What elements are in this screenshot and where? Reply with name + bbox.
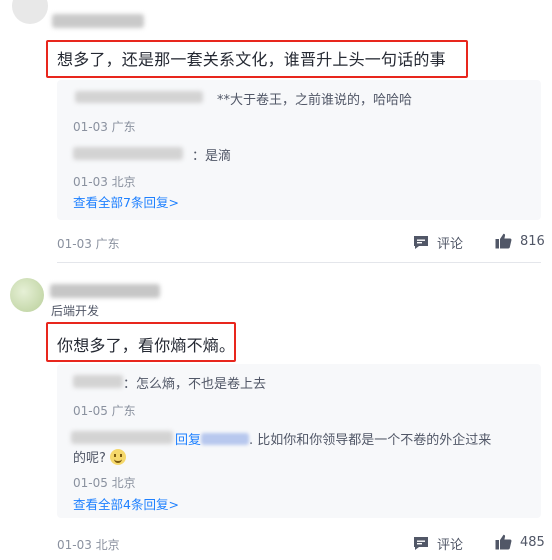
comment-button[interactable]: 评论: [413, 233, 463, 252]
comment-bubble-icon: [414, 537, 428, 550]
comment-button[interactable]: 评论: [413, 534, 463, 553]
like-button[interactable]: 816: [495, 233, 545, 249]
reply-meta: 01-05 北京: [73, 476, 136, 490]
comment-label: 评论: [437, 538, 464, 553]
reply-box: ：怎么熵，不也是卷上去 01-05 广东 回复 . 比如你和你领导都是一个不卷的外…: [57, 364, 541, 518]
reply-text: 的呢?: [73, 451, 106, 466]
comment-label: 评论: [437, 237, 464, 252]
reply-author-blurred[interactable]: [73, 147, 183, 160]
reply-author-blurred[interactable]: [75, 91, 203, 103]
reply-meta: 01-03 广东: [73, 120, 136, 134]
comment-meta: 01-03 北京: [57, 538, 120, 552]
reply-box: **大于卷王，之前谁说的，哈哈哈 01-03 广东 ：是滴 01-03 北京 查…: [57, 80, 541, 220]
author-name-blurred[interactable]: [50, 284, 160, 298]
reply-prefix-link[interactable]: 回复: [175, 433, 201, 448]
like-count: 485: [520, 534, 545, 550]
view-all-replies-link[interactable]: 查看全部4条回复>: [73, 494, 179, 513]
like-button[interactable]: 485: [495, 534, 545, 550]
reply-line-2: 的呢?: [73, 447, 126, 466]
highlight-box: [46, 322, 236, 362]
emoji-icon: [109, 449, 126, 465]
reply-author-blurred[interactable]: [73, 375, 123, 388]
author-name-blurred[interactable]: [52, 14, 144, 28]
reply-meta: 01-03 北京: [73, 175, 136, 189]
reply-text: ：是滴: [192, 149, 232, 164]
avatar[interactable]: [10, 278, 44, 312]
reply-author-blurred[interactable]: [71, 431, 173, 444]
divider: [57, 262, 541, 263]
thumbs-up-icon: [495, 534, 512, 550]
view-all-replies-link[interactable]: 查看全部7条回复>: [73, 192, 179, 211]
reply-text: ：怎么熵，不也是卷上去: [123, 377, 267, 392]
author-title: 后端开发: [51, 304, 100, 318]
comment-bubble-icon: [414, 236, 428, 249]
avatar[interactable]: [12, 0, 48, 24]
reply-text: **大于卷王，之前谁说的，哈哈哈: [217, 93, 413, 108]
comment-meta: 01-03 广东: [57, 237, 120, 251]
reply-text: . 比如你和你领导都是一个不卷的外企过来: [249, 433, 492, 448]
like-count: 816: [520, 233, 545, 249]
reply-target-blurred[interactable]: [201, 433, 250, 445]
highlight-box: [46, 40, 468, 78]
reply-line: 回复 . 比如你和你领导都是一个不卷的外企过来: [175, 429, 491, 448]
reply-meta: 01-05 广东: [73, 404, 136, 418]
thumbs-up-icon: [495, 233, 512, 249]
